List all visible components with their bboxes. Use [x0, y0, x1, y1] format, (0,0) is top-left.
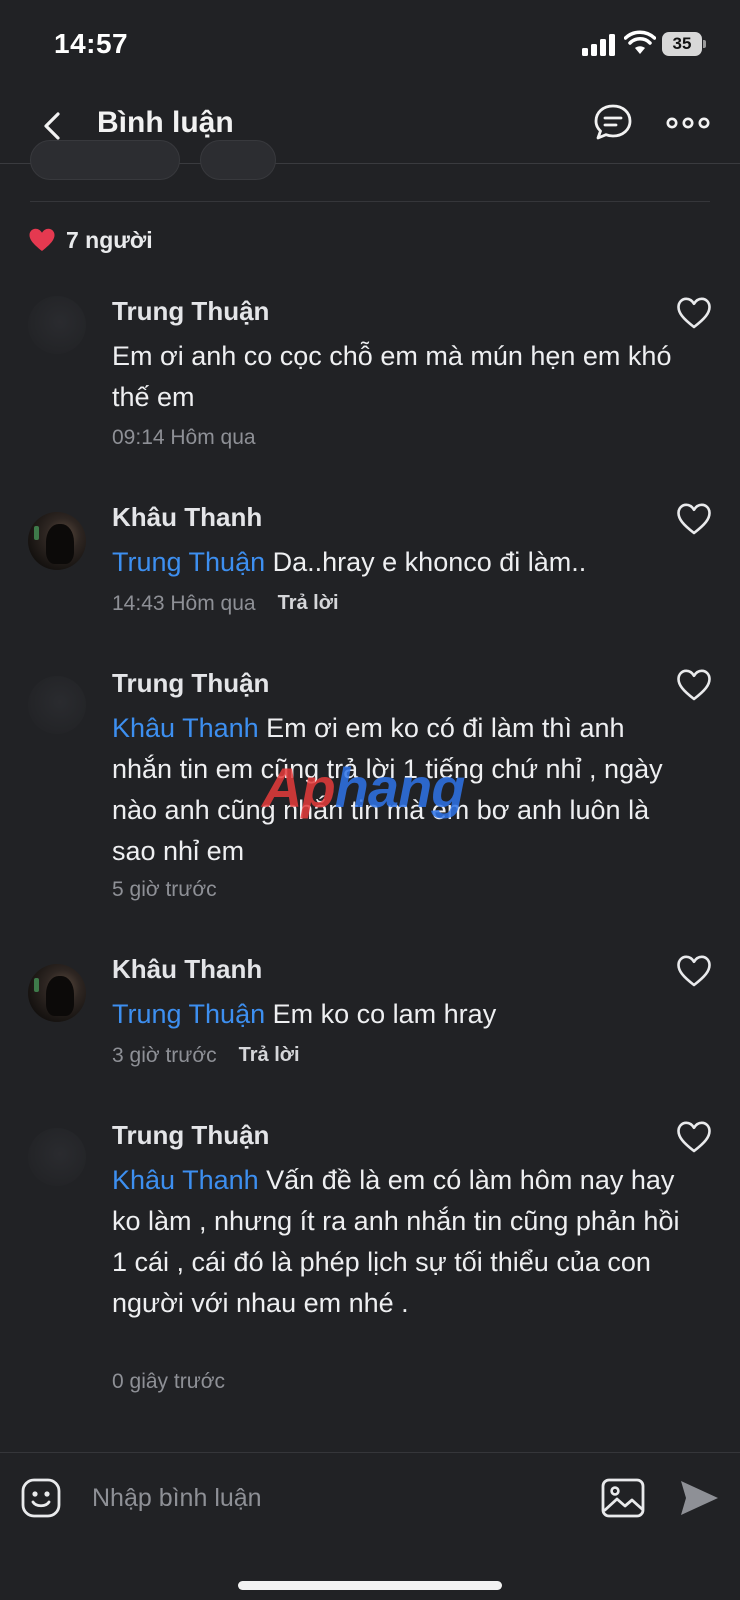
comment-mention[interactable]: Trung Thuận [112, 999, 265, 1029]
comment-meta: 3 giờ trước Trả lời [112, 1044, 300, 1068]
chat-bubble-icon[interactable] [592, 102, 634, 144]
comment-time: 3 giờ trước [112, 1044, 217, 1067]
likes-summary[interactable]: 7 người [28, 224, 153, 256]
home-indicator[interactable] [238, 1581, 502, 1590]
image-icon[interactable] [600, 1477, 646, 1519]
comment-input[interactable] [92, 1475, 562, 1521]
comment-time: 14:43 Hôm qua [112, 592, 256, 615]
send-icon[interactable] [678, 1477, 720, 1519]
comment-author[interactable]: Trung Thuận [112, 668, 269, 699]
comment-author[interactable]: Khâu Thanh [112, 502, 262, 533]
status-bar: 14:57 35 [0, 0, 740, 88]
comment-text: Trung Thuận Da..hray e khonco đi làm.. [112, 542, 682, 583]
reply-button[interactable]: Trả lời [239, 1044, 300, 1068]
comment-meta: 5 giờ trước [112, 878, 217, 902]
avatar[interactable] [28, 512, 86, 570]
avatar[interactable] [28, 1128, 86, 1186]
comment-time: 5 giờ trước [112, 878, 217, 901]
comment-meta: 0 giây trước [112, 1370, 225, 1394]
reaction-pill[interactable] [30, 140, 180, 180]
comment-author[interactable]: Khâu Thanh [112, 954, 262, 985]
battery-level: 35 [662, 32, 702, 56]
comment-body: Da..hray e khonco đi làm.. [272, 547, 587, 577]
comment-mention[interactable]: Khâu Thanh [112, 1165, 259, 1195]
share-pill[interactable] [200, 140, 276, 180]
comment-text: Em ơi anh co cọc chỗ em mà mún hẹn em kh… [112, 336, 682, 418]
heart-outline-icon[interactable] [676, 296, 712, 330]
comment-mention[interactable]: Khâu Thanh [112, 713, 259, 743]
divider [30, 201, 710, 202]
heart-filled-icon [29, 228, 55, 251]
comment-author[interactable]: Trung Thuận [112, 1120, 269, 1151]
comment-time: 0 giây trước [112, 1370, 226, 1393]
reply-button[interactable]: Trả lời [278, 592, 339, 616]
comment-text: Trung Thuận Em ko co lam hray [112, 994, 682, 1035]
heart-outline-icon[interactable] [676, 1120, 712, 1154]
comment-body: Em ko co lam hray [272, 999, 497, 1029]
comment-meta: 09:14 Hôm qua [112, 426, 256, 450]
likes-count: 7 người [66, 226, 153, 253]
battery-icon: 35 [662, 32, 706, 56]
page-title: Bình luận [97, 106, 234, 139]
heart-outline-icon[interactable] [676, 502, 712, 536]
comment-body: Em ơi anh co cọc chỗ em mà mún hẹn em kh… [112, 341, 672, 412]
status-time: 14:57 [54, 28, 129, 59]
comment-author[interactable]: Trung Thuận [112, 296, 269, 327]
heart-outline-icon[interactable] [676, 954, 712, 988]
avatar[interactable] [28, 296, 86, 354]
comment-mention[interactable]: Trung Thuận [112, 547, 265, 577]
signal-icon [582, 34, 618, 56]
emoji-icon[interactable] [20, 1477, 62, 1519]
comment-input-bar [0, 1452, 740, 1600]
comment-time: 09:14 Hôm qua [112, 426, 256, 449]
avatar[interactable] [28, 676, 86, 734]
heart-outline-icon[interactable] [676, 668, 712, 702]
watermark-logo: Aphang [262, 756, 465, 819]
more-dots-icon[interactable] [666, 108, 710, 138]
wifi-icon [624, 30, 656, 54]
comment-text: Khâu Thanh Vấn đề là em có làm hôm nay h… [112, 1160, 682, 1324]
avatar[interactable] [28, 964, 86, 1022]
comment-meta: 14:43 Hôm qua Trả lời [112, 592, 339, 616]
